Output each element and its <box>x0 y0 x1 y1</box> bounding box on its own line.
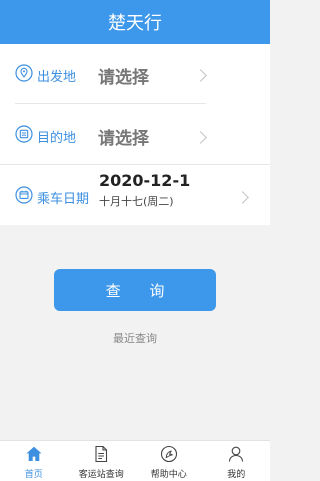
calendar-icon <box>15 186 33 204</box>
chevron-right-icon <box>194 69 207 82</box>
lunar-date: 十月十七(周二) <box>99 195 174 208</box>
help-icon <box>160 445 178 463</box>
destination-value[interactable]: 请选择 <box>98 124 149 149</box>
destination-row[interactable]: 目的地 请选择 <box>0 104 270 164</box>
departure-label: 出发地 <box>37 70 77 85</box>
destination-label: 目的地 <box>37 131 77 146</box>
tab-label: 帮助中心 <box>150 470 187 480</box>
home-icon <box>25 445 43 463</box>
chevron-right-icon <box>236 191 249 204</box>
tab-help-center[interactable]: 帮助中心 <box>135 441 203 481</box>
tab-station-query[interactable]: 客运站查询 <box>68 441 136 481</box>
location-pin-icon <box>15 64 33 82</box>
tab-label: 客运站查询 <box>78 470 124 480</box>
page-title: 楚天行 <box>108 13 162 34</box>
date-label: 乘车日期 <box>37 192 90 207</box>
chevron-right-icon <box>194 131 207 144</box>
date-value[interactable]: 2020-12-1 <box>99 171 190 190</box>
app-header: 楚天行 <box>0 0 270 44</box>
destination-icon <box>15 125 33 143</box>
query-button[interactable]: 查 询 <box>54 269 216 311</box>
user-icon <box>227 445 245 463</box>
tab-mine[interactable]: 我的 <box>203 441 271 481</box>
tab-label: 我的 <box>227 470 246 480</box>
tab-label: 首页 <box>24 470 43 480</box>
document-icon <box>92 445 110 463</box>
departure-row[interactable]: 出发地 请选择 <box>0 44 270 104</box>
tab-bar: 首页 客运站查询 帮助中心 我的 <box>0 440 270 481</box>
search-form: 出发地 请选择 目的地 请选择 乘车日期 2020-12-1 十月十七(周二) <box>0 44 270 225</box>
tab-home[interactable]: 首页 <box>0 441 68 481</box>
recent-queries-link[interactable]: 最近查询 <box>0 330 270 346</box>
departure-value[interactable]: 请选择 <box>98 63 149 88</box>
